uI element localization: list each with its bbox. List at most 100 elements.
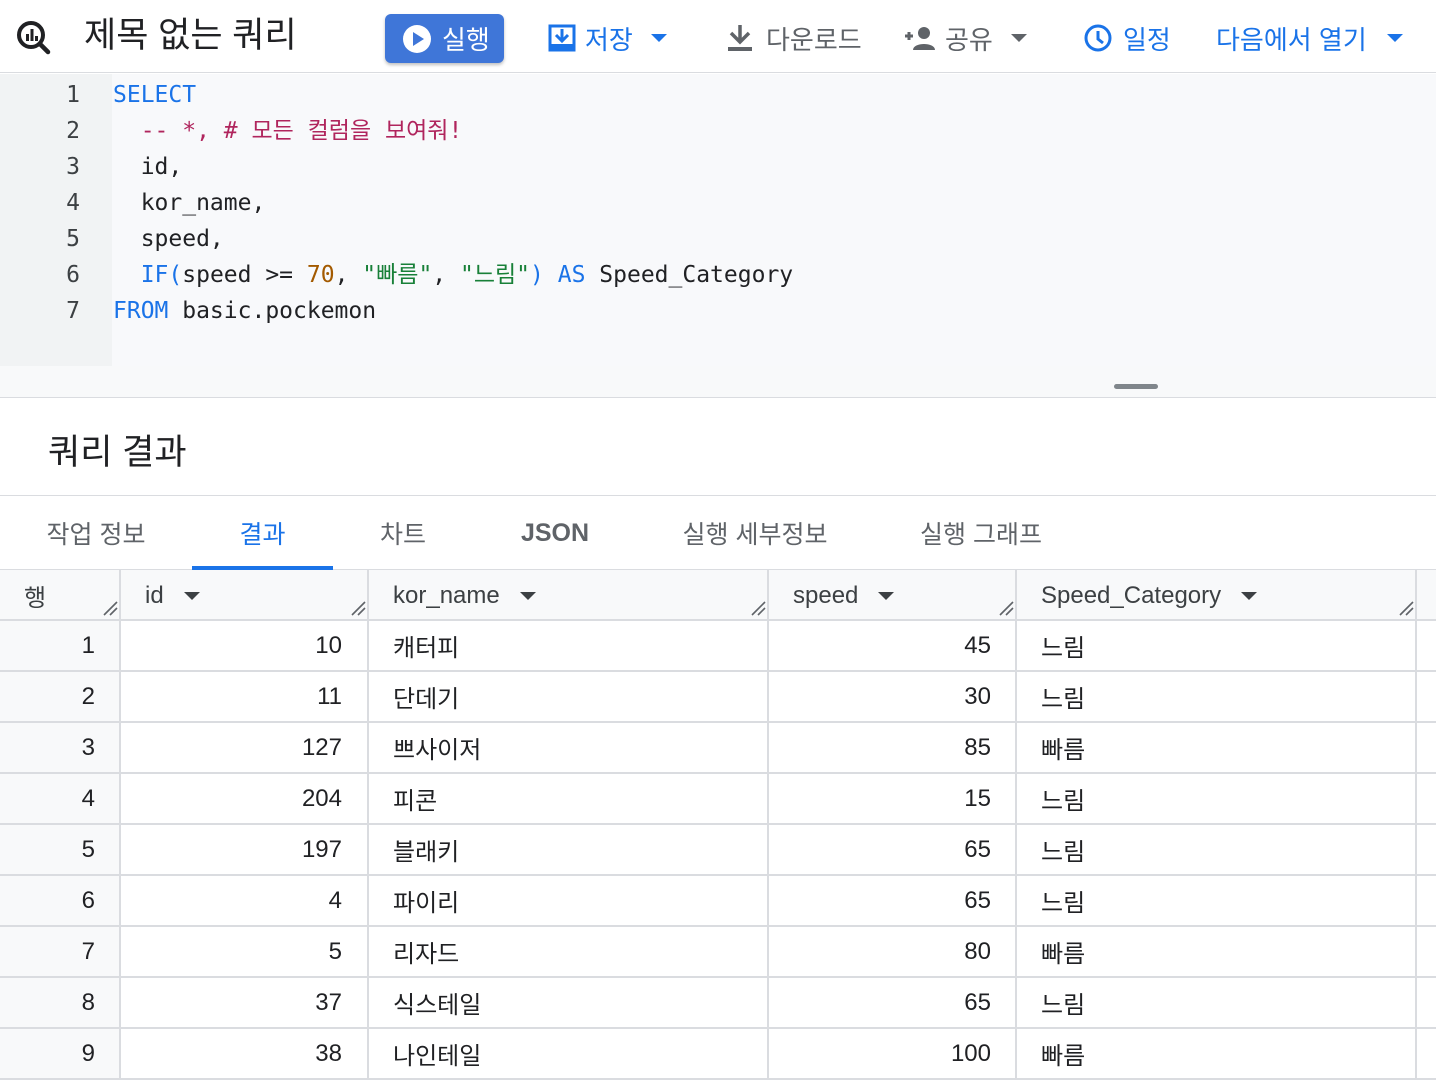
tab-job-info[interactable]: 작업 정보 bbox=[20, 496, 172, 570]
tab-chart[interactable]: 차트 bbox=[350, 496, 456, 570]
header-speed-category[interactable]: Speed_Category bbox=[1041, 570, 1258, 621]
sort-caret-icon[interactable] bbox=[519, 591, 536, 600]
code-line[interactable]: 3 id, bbox=[0, 149, 1436, 185]
table-row[interactable]: 5 197 블래키 65 느림 bbox=[0, 825, 1436, 876]
sort-caret-icon[interactable] bbox=[878, 591, 895, 600]
speed-cell[interactable]: 80 bbox=[768, 927, 991, 976]
speed-category-cell[interactable]: 느림 bbox=[1041, 774, 1401, 823]
kor-name-cell[interactable]: 블래키 bbox=[393, 825, 753, 874]
code-line[interactable]: 7 FROM basic.pockemon bbox=[0, 293, 1436, 329]
id-cell[interactable]: 5 bbox=[120, 927, 342, 976]
speed-cell[interactable]: 45 bbox=[768, 621, 991, 670]
code-line[interactable]: 6 IF(speed >= 70, "빠름", "느림") AS Speed_C… bbox=[0, 257, 1436, 293]
speed-cell[interactable]: 30 bbox=[768, 672, 991, 721]
header-speed[interactable]: speed bbox=[793, 570, 895, 621]
speed-category-cell[interactable]: 느림 bbox=[1041, 876, 1401, 925]
row-number-cell[interactable]: 1 bbox=[0, 621, 120, 670]
line-number: 7 bbox=[66, 298, 80, 324]
speed-category-cell[interactable]: 느림 bbox=[1041, 672, 1401, 721]
code-token: id, bbox=[113, 154, 183, 180]
kor-name-cell[interactable]: 식스테일 bbox=[393, 978, 753, 1027]
row-number-cell[interactable]: 9 bbox=[0, 1029, 120, 1078]
row-number-cell[interactable]: 7 bbox=[0, 927, 120, 976]
table-row[interactable]: 8 37 식스테일 65 느림 bbox=[0, 978, 1436, 1029]
speed-cell[interactable]: 65 bbox=[768, 978, 991, 1027]
speed-cell[interactable]: 100 bbox=[768, 1029, 991, 1078]
code-text: kor_name, bbox=[113, 185, 266, 221]
code-line[interactable]: 4 kor_name, bbox=[0, 185, 1436, 221]
column-resize-icon[interactable] bbox=[1398, 600, 1414, 616]
speed-category-cell[interactable]: 빠름 bbox=[1041, 723, 1401, 772]
speed-category-cell[interactable]: 느림 bbox=[1041, 978, 1401, 1027]
kor-name-cell[interactable]: 리자드 bbox=[393, 927, 753, 976]
id-cell[interactable]: 11 bbox=[120, 672, 342, 721]
kor-name-cell[interactable]: 파이리 bbox=[393, 876, 753, 925]
column-divider bbox=[767, 570, 769, 1080]
header-kor-name[interactable]: kor_name bbox=[393, 570, 536, 621]
table-row[interactable]: 2 11 단데기 30 느림 bbox=[0, 672, 1436, 723]
kor-name-cell[interactable]: 나인테일 bbox=[393, 1029, 753, 1078]
row-number-cell[interactable]: 2 bbox=[0, 672, 120, 721]
speed-category-cell[interactable]: 느림 bbox=[1041, 621, 1401, 670]
tab-execution-graph[interactable]: 실행 그래프 bbox=[895, 496, 1067, 570]
speed-cell[interactable]: 85 bbox=[768, 723, 991, 772]
id-cell[interactable]: 127 bbox=[120, 723, 342, 772]
column-resize-icon[interactable] bbox=[998, 600, 1014, 616]
column-resize-icon[interactable] bbox=[350, 600, 366, 616]
column-divider bbox=[367, 570, 369, 1080]
id-cell[interactable]: 4 bbox=[120, 876, 342, 925]
speed-cell[interactable]: 65 bbox=[768, 825, 991, 874]
code-token: speed >= bbox=[182, 262, 307, 288]
id-cell[interactable]: 197 bbox=[120, 825, 342, 874]
speed-category-cell[interactable]: 느림 bbox=[1041, 825, 1401, 874]
table-row[interactable]: 9 38 나인테일 100 빠름 bbox=[0, 1029, 1436, 1080]
row-number-cell[interactable]: 8 bbox=[0, 978, 120, 1027]
speed-cell[interactable]: 15 bbox=[768, 774, 991, 823]
id-cell[interactable]: 204 bbox=[120, 774, 342, 823]
sort-caret-icon[interactable] bbox=[183, 591, 200, 600]
row-number-cell[interactable]: 4 bbox=[0, 774, 120, 823]
tab-json[interactable]: JSON bbox=[495, 496, 615, 570]
row-number-cell[interactable]: 6 bbox=[0, 876, 120, 925]
table-row[interactable]: 6 4 파이리 65 느림 bbox=[0, 876, 1436, 927]
table-row[interactable]: 7 5 리자드 80 빠름 bbox=[0, 927, 1436, 978]
kor-name-cell[interactable]: 피콘 bbox=[393, 774, 753, 823]
id-cell[interactable]: 37 bbox=[120, 978, 342, 1027]
column-resize-icon[interactable] bbox=[102, 600, 118, 616]
tab-execution-details[interactable]: 실행 세부정보 bbox=[660, 496, 850, 570]
code-line[interactable]: 5 speed, bbox=[0, 221, 1436, 257]
schedule-button[interactable]: 일정 bbox=[1083, 16, 1171, 60]
code-text: SELECT bbox=[113, 77, 196, 113]
code-token: , bbox=[432, 262, 460, 288]
table-row[interactable]: 1 10 캐터피 45 느림 bbox=[0, 621, 1436, 672]
column-resize-icon[interactable] bbox=[750, 600, 766, 616]
header-id[interactable]: id bbox=[145, 570, 200, 621]
results-tabs: 작업 정보 결과 차트 JSON 실행 세부정보 실행 그래프 bbox=[0, 495, 1436, 570]
tab-results[interactable]: 결과 bbox=[192, 496, 333, 570]
kor-name-cell[interactable]: 단데기 bbox=[393, 672, 753, 721]
speed-category-cell[interactable]: 빠름 bbox=[1041, 1029, 1401, 1078]
code-line[interactable]: 2 -- *, # 모든 컬럼을 보여줘! bbox=[0, 113, 1436, 149]
line-number: 1 bbox=[66, 82, 80, 108]
row-number-cell[interactable]: 3 bbox=[0, 723, 120, 772]
table-row[interactable]: 4 204 피콘 15 느림 bbox=[0, 774, 1436, 825]
sort-caret-icon[interactable] bbox=[1241, 591, 1258, 600]
table-row[interactable]: 3 127 쁘사이저 85 빠름 bbox=[0, 723, 1436, 774]
id-cell[interactable]: 38 bbox=[120, 1029, 342, 1078]
save-button[interactable]: 저장 bbox=[547, 16, 667, 60]
row-number-cell[interactable]: 5 bbox=[0, 825, 120, 874]
speed-category-cell[interactable]: 빠름 bbox=[1041, 927, 1401, 976]
query-title[interactable]: 제목 없는 쿼리 bbox=[84, 14, 297, 58]
code-line[interactable]: 1 SELECT bbox=[0, 77, 1436, 113]
sql-editor[interactable]: 1 SELECT 2 -- *, # 모든 컬럼을 보여줘! 3 id, 4 kor_n… bbox=[0, 74, 1436, 366]
clock-icon bbox=[1084, 24, 1112, 52]
id-cell[interactable]: 10 bbox=[120, 621, 342, 670]
download-button[interactable]: 다운로드 bbox=[726, 16, 862, 60]
resize-handle[interactable] bbox=[1114, 384, 1158, 389]
kor-name-cell[interactable]: 캐터피 bbox=[393, 621, 753, 670]
speed-cell[interactable]: 65 bbox=[768, 876, 991, 925]
run-button[interactable]: 실행 bbox=[385, 14, 504, 63]
kor-name-cell[interactable]: 쁘사이저 bbox=[393, 723, 753, 772]
open-in-button[interactable]: 다음에서 열기 bbox=[1216, 16, 1403, 60]
share-button[interactable]: 공유 bbox=[903, 16, 1027, 60]
